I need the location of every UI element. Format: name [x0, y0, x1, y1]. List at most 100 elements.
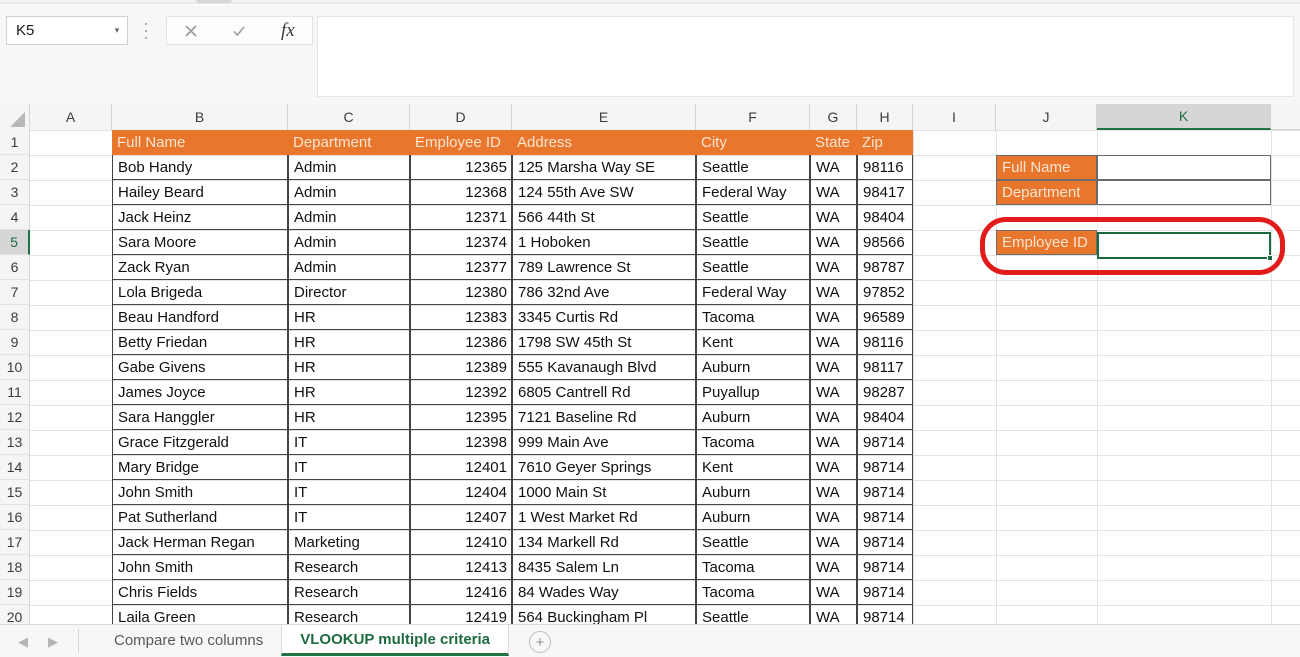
- column-header-f[interactable]: F: [696, 104, 810, 130]
- row-header-13[interactable]: 13: [0, 430, 30, 455]
- table-cell[interactable]: 84 Wades Way: [512, 580, 696, 605]
- row-header-14[interactable]: 14: [0, 455, 30, 480]
- table-header-cell[interactable]: Full Name: [112, 130, 288, 155]
- table-cell[interactable]: Admin: [288, 205, 410, 230]
- column-header-a[interactable]: A: [30, 104, 112, 130]
- column-header-b[interactable]: B: [112, 104, 288, 130]
- table-cell[interactable]: Director: [288, 280, 410, 305]
- row-header-11[interactable]: 11: [0, 380, 30, 405]
- table-cell[interactable]: WA: [810, 455, 857, 480]
- table-cell[interactable]: 564 Buckingham Pl: [512, 605, 696, 624]
- table-cell[interactable]: Seattle: [696, 205, 810, 230]
- table-cell[interactable]: 12383: [410, 305, 512, 330]
- nav-next-icon[interactable]: ▶: [38, 630, 68, 654]
- table-cell[interactable]: Marketing: [288, 530, 410, 555]
- row-header-5[interactable]: 5: [0, 230, 30, 255]
- table-cell[interactable]: 12386: [410, 330, 512, 355]
- table-cell[interactable]: Tacoma: [696, 430, 810, 455]
- table-cell[interactable]: 124 55th Ave SW: [512, 180, 696, 205]
- insert-function-icon[interactable]: fx: [264, 17, 312, 44]
- table-cell[interactable]: 12389: [410, 355, 512, 380]
- table-cell[interactable]: Auburn: [696, 480, 810, 505]
- table-cell[interactable]: Grace Fitzgerald: [112, 430, 288, 455]
- select-all-corner[interactable]: [0, 104, 30, 130]
- spreadsheet-grid[interactable]: ABCDEFGHIJK 1 2 3 4 5 6 7 8 9 10 11 12 13 14 15 16 17 18 1…: [0, 104, 1300, 624]
- table-cell[interactable]: 98566: [857, 230, 913, 255]
- table-cell[interactable]: 8435 Salem Ln: [512, 555, 696, 580]
- table-cell[interactable]: WA: [810, 180, 857, 205]
- table-cell[interactable]: Admin: [288, 230, 410, 255]
- table-cell[interactable]: 12395: [410, 405, 512, 430]
- table-cell[interactable]: 98404: [857, 205, 913, 230]
- table-header-cell[interactable]: Address: [512, 130, 696, 155]
- table-cell[interactable]: WA: [810, 355, 857, 380]
- table-cell[interactable]: 98714: [857, 430, 913, 455]
- table-cell[interactable]: Gabe Givens: [112, 355, 288, 380]
- table-cell[interactable]: 98714: [857, 605, 913, 624]
- row-header-3[interactable]: 3: [0, 180, 30, 205]
- table-cell[interactable]: Beau Handford: [112, 305, 288, 330]
- column-header-d[interactable]: D: [410, 104, 512, 130]
- table-header-cell[interactable]: State: [810, 130, 857, 155]
- table-cell[interactable]: John Smith: [112, 480, 288, 505]
- table-cell[interactable]: 98404: [857, 405, 913, 430]
- table-cell[interactable]: 999 Main Ave: [512, 430, 696, 455]
- table-cell[interactable]: WA: [810, 230, 857, 255]
- table-cell[interactable]: IT: [288, 505, 410, 530]
- add-sheet-button[interactable]: +: [529, 631, 552, 653]
- table-cell[interactable]: WA: [810, 555, 857, 580]
- row-header-18[interactable]: 18: [0, 555, 30, 580]
- table-cell[interactable]: 12404: [410, 480, 512, 505]
- table-cell[interactable]: James Joyce: [112, 380, 288, 405]
- column-header-k[interactable]: K: [1097, 104, 1271, 130]
- table-cell[interactable]: Jack Herman Regan: [112, 530, 288, 555]
- table-cell[interactable]: 1000 Main St: [512, 480, 696, 505]
- table-cell[interactable]: Seattle: [696, 255, 810, 280]
- table-cell[interactable]: Puyallup: [696, 380, 810, 405]
- table-cell[interactable]: Sara Moore: [112, 230, 288, 255]
- table-cell[interactable]: 98417: [857, 180, 913, 205]
- sheet-tab[interactable]: Compare two columns: [96, 625, 281, 656]
- table-cell[interactable]: 12419: [410, 605, 512, 624]
- table-cell[interactable]: Research: [288, 605, 410, 624]
- table-cell[interactable]: 98287: [857, 380, 913, 405]
- table-cell[interactable]: Lola Brigeda: [112, 280, 288, 305]
- table-header-cell[interactable]: Employee ID: [410, 130, 512, 155]
- table-cell[interactable]: 1 West Market Rd: [512, 505, 696, 530]
- table-cell[interactable]: Admin: [288, 155, 410, 180]
- row-header-12[interactable]: 12: [0, 405, 30, 430]
- table-cell[interactable]: John Smith: [112, 555, 288, 580]
- row-header-8[interactable]: 8: [0, 305, 30, 330]
- table-cell[interactable]: 555 Kavanaugh Blvd: [512, 355, 696, 380]
- table-cell[interactable]: IT: [288, 480, 410, 505]
- row-header-10[interactable]: 10: [0, 355, 30, 380]
- table-cell[interactable]: WA: [810, 405, 857, 430]
- table-cell[interactable]: 3345 Curtis Rd: [512, 305, 696, 330]
- table-cell[interactable]: HR: [288, 305, 410, 330]
- table-cell[interactable]: WA: [810, 155, 857, 180]
- table-cell[interactable]: Betty Friedan: [112, 330, 288, 355]
- column-header-g[interactable]: G: [810, 104, 857, 130]
- table-cell[interactable]: 98714: [857, 455, 913, 480]
- table-cell[interactable]: WA: [810, 380, 857, 405]
- table-cell[interactable]: 125 Marsha Way SE: [512, 155, 696, 180]
- table-header-cell[interactable]: Department: [288, 130, 410, 155]
- table-cell[interactable]: Admin: [288, 180, 410, 205]
- formula-input[interactable]: [317, 16, 1294, 97]
- name-box-resize-grip[interactable]: [144, 23, 148, 39]
- table-cell[interactable]: 98714: [857, 530, 913, 555]
- row-header-19[interactable]: 19: [0, 580, 30, 605]
- table-cell[interactable]: WA: [810, 505, 857, 530]
- table-cell[interactable]: 12371: [410, 205, 512, 230]
- table-cell[interactable]: 789 Lawrence St: [512, 255, 696, 280]
- table-cell[interactable]: 96589: [857, 305, 913, 330]
- row-header-15[interactable]: 15: [0, 480, 30, 505]
- selected-cell-k5[interactable]: [1097, 232, 1271, 259]
- sheet-tab-active[interactable]: VLOOKUP multiple criteria: [281, 625, 510, 656]
- table-cell[interactable]: Hailey Beard: [112, 180, 288, 205]
- table-cell[interactable]: 12392: [410, 380, 512, 405]
- table-cell[interactable]: Seattle: [696, 605, 810, 624]
- table-cell[interactable]: Auburn: [696, 505, 810, 530]
- table-cell[interactable]: 12398: [410, 430, 512, 455]
- nav-prev-icon[interactable]: ◀: [8, 630, 38, 654]
